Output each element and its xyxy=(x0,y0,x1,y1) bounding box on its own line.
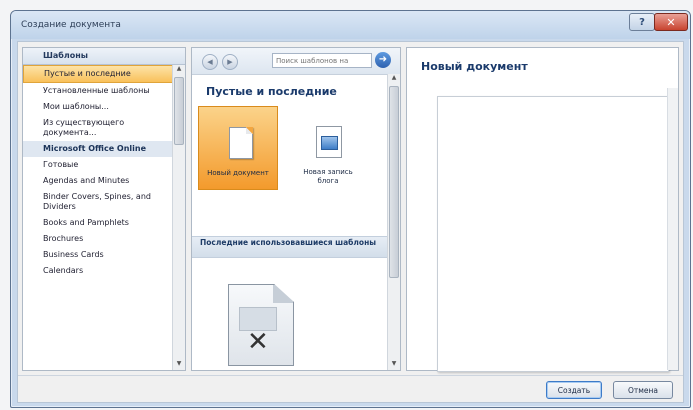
back-button[interactable]: ◀ xyxy=(202,54,218,70)
blog-post-icon xyxy=(316,126,342,158)
arrow-right-icon: ➜ xyxy=(378,54,388,65)
preview-title: Новый документ xyxy=(421,60,528,73)
templates-scrollbar[interactable]: ▲ ▼ xyxy=(387,74,400,370)
new-document-dialog: Создание документа ? ✕ Шаблоны Пустые и … xyxy=(10,10,691,408)
preview-panel: Новый документ xyxy=(406,47,679,372)
templates-heading: Пустые и последние xyxy=(206,85,337,98)
tile-new-blog-post[interactable]: Новая запись блога xyxy=(288,106,368,190)
window-title: Создание документа xyxy=(21,20,121,30)
close-icon: ✕ xyxy=(666,15,676,29)
help-button[interactable]: ? xyxy=(629,13,655,31)
scroll-up-icon[interactable]: ▲ xyxy=(173,65,185,75)
sidebar-list: Пустые и последние Установленные шаблоны… xyxy=(23,65,185,279)
arrow-right-icon: ▶ xyxy=(227,58,233,66)
recent-templates-header: Последние использовавшиеся шаблоны xyxy=(192,236,388,258)
sidebar-item-brochures[interactable]: Brochures xyxy=(23,231,185,247)
footer-divider xyxy=(18,375,683,376)
dialog-body: Шаблоны Пустые и последние Установленные… xyxy=(17,41,684,403)
sidebar-item-my-templates[interactable]: Мои шаблоны... xyxy=(23,99,185,115)
cancel-button[interactable]: Отмена xyxy=(613,381,673,399)
templates-panel: ◀ ▶ ➜ Пустые и последние Новый документ … xyxy=(191,47,401,371)
sidebar-item-business-cards[interactable]: Business Cards xyxy=(23,247,185,263)
sidebar-scrollbar[interactable]: ▲ ▼ xyxy=(172,65,185,370)
title-bar[interactable]: Создание документа ? ✕ xyxy=(11,11,690,39)
sidebar-item-agendas[interactable]: Agendas and Minutes xyxy=(23,173,185,189)
templates-sidebar: Шаблоны Пустые и последние Установленные… xyxy=(22,47,186,371)
sidebar-header: Шаблоны xyxy=(23,48,185,65)
templates-toolbar: ◀ ▶ ➜ xyxy=(192,48,400,75)
document-preview xyxy=(437,96,669,372)
sidebar-item-calendars[interactable]: Calendars xyxy=(23,263,185,279)
forward-button[interactable]: ▶ xyxy=(222,54,238,70)
scroll-down-icon[interactable]: ▼ xyxy=(173,360,185,370)
x-mark-icon: ✕ xyxy=(247,327,269,357)
help-icon: ? xyxy=(639,16,645,28)
preview-scrollbar[interactable] xyxy=(667,88,678,370)
tile-new-document[interactable]: Новый документ xyxy=(198,106,278,190)
blank-document-icon xyxy=(229,127,253,159)
templates-scroll-thumb[interactable] xyxy=(389,86,399,278)
tile-label: Новый документ xyxy=(207,169,269,177)
sidebar-item-from-existing[interactable]: Из существующего документа... xyxy=(23,115,185,141)
sidebar-scroll-thumb[interactable] xyxy=(174,77,184,145)
template-search-input[interactable] xyxy=(272,53,372,68)
sidebar-group-office-online: Microsoft Office Online xyxy=(23,141,185,157)
sidebar-item-books[interactable]: Books and Pamphlets xyxy=(23,215,185,231)
scroll-up-icon[interactable]: ▲ xyxy=(388,74,400,84)
missing-template-icon[interactable]: ✕ xyxy=(228,284,294,366)
sidebar-item-binder-covers[interactable]: Binder Covers, Spines, and Dividers xyxy=(23,189,185,215)
sidebar-item-blank-recent[interactable]: Пустые и последние xyxy=(23,65,185,83)
sidebar-item-featured[interactable]: Готовые xyxy=(23,157,185,173)
arrow-left-icon: ◀ xyxy=(207,58,213,66)
scroll-down-icon[interactable]: ▼ xyxy=(388,360,400,370)
search-button[interactable]: ➜ xyxy=(375,52,391,68)
sidebar-item-installed[interactable]: Установленные шаблоны xyxy=(23,83,185,99)
close-button[interactable]: ✕ xyxy=(654,13,688,31)
tile-label: Новая запись блога xyxy=(303,168,353,185)
create-button[interactable]: Создать xyxy=(546,381,602,399)
